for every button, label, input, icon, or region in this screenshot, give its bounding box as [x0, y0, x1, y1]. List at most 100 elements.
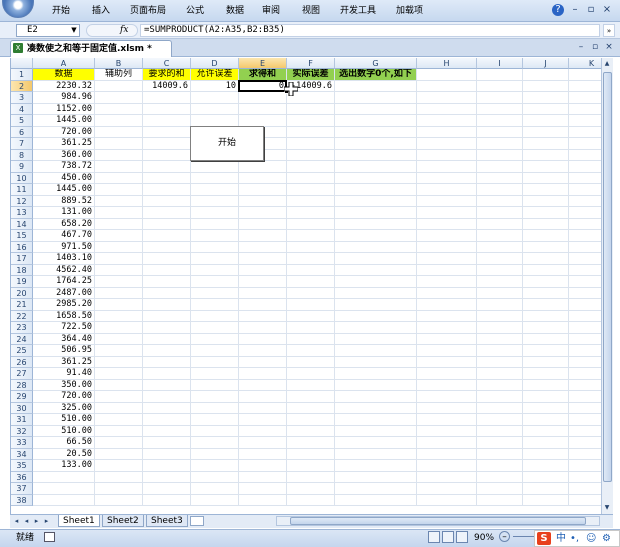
cell-G32[interactable]: [335, 425, 417, 437]
select-all-corner[interactable]: [11, 58, 33, 69]
cell-K13[interactable]: [569, 207, 601, 219]
cell-A15[interactable]: 467.70: [33, 230, 95, 242]
cell-D13[interactable]: [191, 207, 239, 219]
scroll-up-icon[interactable]: ▲: [602, 59, 612, 69]
cell-C29[interactable]: [143, 391, 191, 403]
cell-C30[interactable]: [143, 402, 191, 414]
cell-F21[interactable]: [287, 299, 335, 311]
cell-E27[interactable]: [239, 368, 287, 380]
sheet-tab-sheet2[interactable]: Sheet2: [102, 515, 144, 527]
cell-F7[interactable]: [287, 138, 335, 150]
cell-E15[interactable]: [239, 230, 287, 242]
cell-A37[interactable]: [33, 483, 95, 495]
cell-C18[interactable]: [143, 264, 191, 276]
cell-I1[interactable]: [477, 69, 523, 81]
cell-K38[interactable]: [569, 495, 601, 506]
row-header-14[interactable]: 14: [11, 218, 33, 230]
cell-H6[interactable]: [417, 126, 477, 138]
cell-D28[interactable]: [191, 379, 239, 391]
column-header-E[interactable]: E: [239, 58, 287, 69]
cell-I17[interactable]: [477, 253, 523, 265]
cell-B21[interactable]: [95, 299, 143, 311]
cell-H20[interactable]: [417, 287, 477, 299]
cell-A30[interactable]: 325.00: [33, 402, 95, 414]
cell-B15[interactable]: [95, 230, 143, 242]
cell-K17[interactable]: [569, 253, 601, 265]
ime-mode-label[interactable]: 中: [556, 532, 566, 545]
formula-input[interactable]: =SUMPRODUCT(A2:A35,B2:B35): [140, 24, 600, 37]
cell-I15[interactable]: [477, 230, 523, 242]
cell-G10[interactable]: [335, 172, 417, 184]
cell-K14[interactable]: [569, 219, 601, 230]
cell-B36[interactable]: [95, 471, 143, 483]
cell-I31[interactable]: [477, 414, 523, 426]
cell-A21[interactable]: 2985.20: [33, 299, 95, 311]
cell-H5[interactable]: [417, 115, 477, 127]
cell-A4[interactable]: 1152.00: [33, 103, 95, 115]
cell-D19[interactable]: [191, 276, 239, 288]
cell-J10[interactable]: [523, 172, 569, 184]
cell-K22[interactable]: [569, 311, 601, 322]
cell-A29[interactable]: 720.00: [33, 391, 95, 403]
document-minimize-button[interactable]: –: [575, 41, 587, 54]
cell-J31[interactable]: [523, 414, 569, 426]
cell-G8[interactable]: [335, 149, 417, 161]
column-header-I[interactable]: I: [477, 58, 523, 69]
cell-C34[interactable]: [143, 448, 191, 460]
cell-H3[interactable]: [417, 92, 477, 104]
cell-K15[interactable]: [569, 230, 601, 242]
cell-K2[interactable]: [569, 81, 601, 92]
cell-E37[interactable]: [239, 483, 287, 495]
cell-C3[interactable]: [143, 92, 191, 104]
cell-A13[interactable]: 131.00: [33, 207, 95, 219]
emoji-icon[interactable]: ☺: [586, 532, 596, 545]
cell-E32[interactable]: [239, 425, 287, 437]
cell-D31[interactable]: [191, 414, 239, 426]
cell-G1[interactable]: 选出数字0个,如下: [335, 69, 417, 81]
cell-J35[interactable]: [523, 460, 569, 472]
cell-G13[interactable]: [335, 207, 417, 219]
vertical-scroll-thumb[interactable]: [603, 72, 612, 482]
cell-H28[interactable]: [417, 379, 477, 391]
cell-E25[interactable]: [239, 345, 287, 357]
cell-C17[interactable]: [143, 253, 191, 265]
cell-C25[interactable]: [143, 345, 191, 357]
cell-G34[interactable]: [335, 448, 417, 460]
cell-I10[interactable]: [477, 172, 523, 184]
cell-G2[interactable]: [335, 80, 417, 92]
cell-G38[interactable]: [335, 494, 417, 506]
cell-F24[interactable]: [287, 333, 335, 345]
ribbon-tab-0[interactable]: 开始: [52, 4, 70, 18]
ribbon-tab-1[interactable]: 插入: [92, 4, 110, 18]
cell-I9[interactable]: [477, 161, 523, 173]
cell-D4[interactable]: [191, 103, 239, 115]
cell-K7[interactable]: [569, 138, 601, 150]
cell-G3[interactable]: [335, 92, 417, 104]
cell-G12[interactable]: [335, 195, 417, 207]
document-restore-button[interactable]: ▫: [589, 41, 601, 54]
cell-I35[interactable]: [477, 460, 523, 472]
cell-C33[interactable]: [143, 437, 191, 449]
cell-J19[interactable]: [523, 276, 569, 288]
cell-H32[interactable]: [417, 425, 477, 437]
cell-C6[interactable]: [143, 126, 191, 138]
cell-G35[interactable]: [335, 460, 417, 472]
cell-E18[interactable]: [239, 264, 287, 276]
cell-D24[interactable]: [191, 333, 239, 345]
cell-C36[interactable]: [143, 471, 191, 483]
cell-H16[interactable]: [417, 241, 477, 253]
cell-C35[interactable]: [143, 460, 191, 472]
cell-A11[interactable]: 1445.00: [33, 184, 95, 196]
cell-A19[interactable]: 1764.25: [33, 276, 95, 288]
cell-H30[interactable]: [417, 402, 477, 414]
row-header-33[interactable]: 33: [11, 437, 33, 449]
cell-K28[interactable]: [569, 380, 601, 391]
cell-B22[interactable]: [95, 310, 143, 322]
cell-D34[interactable]: [191, 448, 239, 460]
cell-J33[interactable]: [523, 437, 569, 449]
column-header-J[interactable]: J: [523, 58, 569, 69]
cell-J18[interactable]: [523, 264, 569, 276]
cell-B10[interactable]: [95, 172, 143, 184]
cell-D15[interactable]: [191, 230, 239, 242]
row-header-17[interactable]: 17: [11, 253, 33, 265]
